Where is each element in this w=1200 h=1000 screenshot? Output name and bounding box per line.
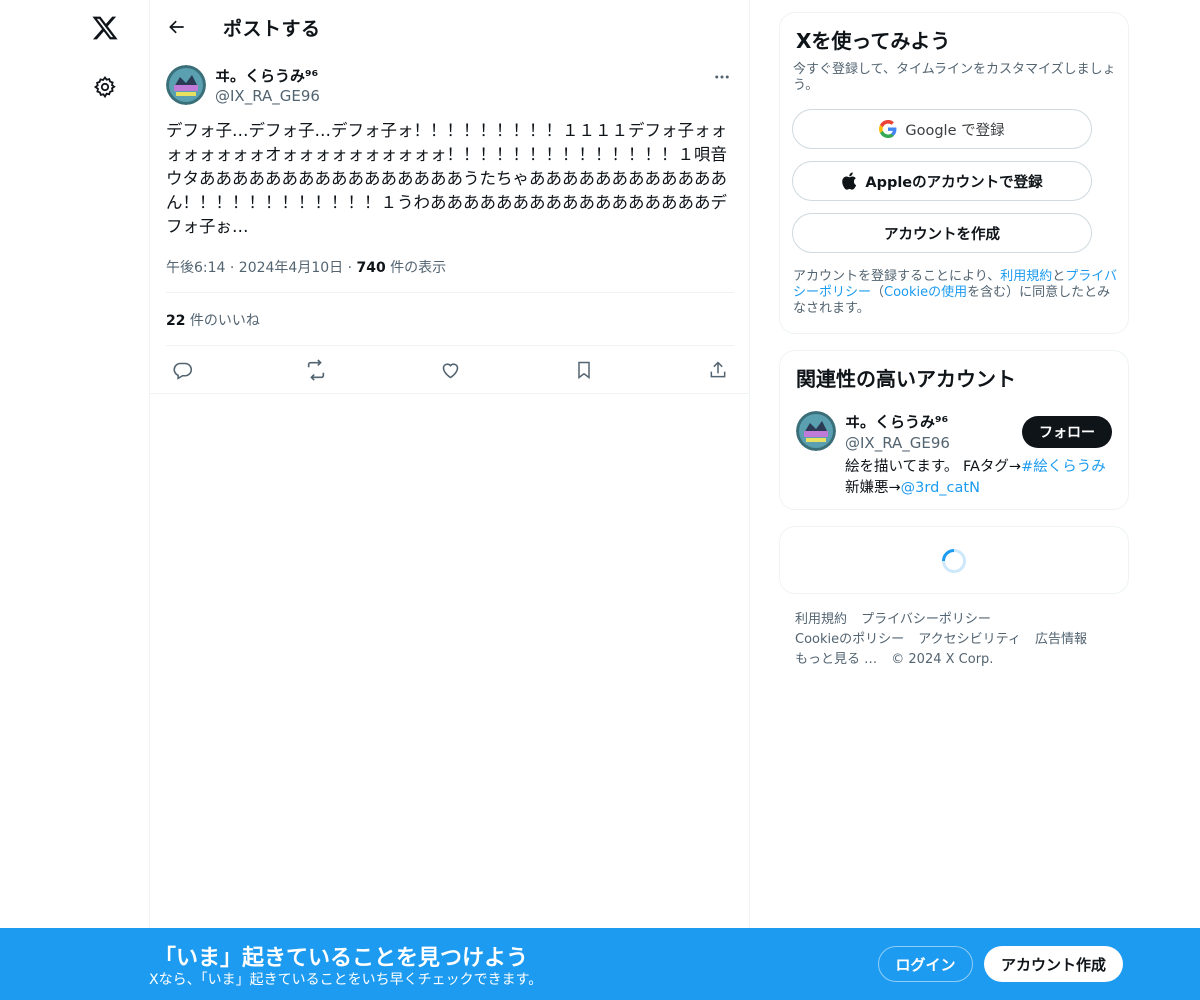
- legal-text: （: [871, 285, 885, 300]
- bookmark-icon[interactable]: [572, 358, 596, 382]
- views-count: 740: [356, 260, 386, 276]
- bottom-banner: 「いま」起きていることを見つけよう Xなら、「いま」起きていることをいち早くチェ…: [0, 928, 1200, 1000]
- bio-text: 新嫌悪→: [845, 480, 901, 496]
- signup-card: Xを使ってみよう 今すぐ登録して、タイムラインをカスタマイズしましょう。 Goo…: [779, 12, 1129, 334]
- loading-card: [779, 526, 1129, 594]
- banner-title: 「いま」起きていることを見つけよう: [154, 946, 529, 971]
- likes-count: 22: [166, 313, 186, 329]
- gear-icon[interactable]: [90, 72, 120, 102]
- page-title: ポストする: [223, 18, 321, 40]
- reply-icon[interactable]: [170, 358, 194, 382]
- signup-card-subtitle: 今すぐ登録して、タイムラインをカスタマイズしましょう。: [793, 62, 1116, 93]
- footer-link-accessibility[interactable]: アクセシビリティ: [918, 630, 1021, 650]
- signup-button[interactable]: アカウント作成: [984, 946, 1123, 982]
- apple-icon: [841, 172, 857, 190]
- google-signup-label: Google で登録: [905, 122, 1005, 139]
- related-accounts-card: 関連性の高いアカウント ヰ。くらうみ⁹⁶ @IX_RA_GE96 フォロー 絵を…: [779, 350, 1129, 510]
- x-logo-icon[interactable]: [88, 11, 122, 45]
- apple-signup-label: Appleのアカウントで登録: [865, 174, 1043, 191]
- legal-text: と: [1052, 269, 1066, 284]
- google-icon: [879, 120, 897, 138]
- related-card-title: 関連性の高いアカウント: [796, 367, 1016, 391]
- repost-icon[interactable]: [304, 358, 328, 382]
- footer-link-privacy[interactable]: プライバシーポリシー: [861, 610, 991, 630]
- likes-summary[interactable]: 22 件のいいね: [166, 310, 260, 330]
- loading-spinner-icon: [941, 548, 967, 574]
- post-timestamp[interactable]: 午後6:14 · 2024年4月10日: [166, 260, 343, 276]
- apple-signup-button[interactable]: Appleのアカウントで登録: [792, 161, 1092, 201]
- main-column: ポストする ヰ。くらうみ⁹⁶ @IX_RA_GE96 デフォ子…デフォ子…デフォ…: [149, 0, 750, 1000]
- arrow-left-icon[interactable]: [162, 12, 192, 42]
- legal-notice: アカウントを登録することにより、利用規約とプライバシーポリシー（Cookieの使…: [793, 269, 1123, 317]
- author-name[interactable]: ヰ。くらうみ⁹⁶: [215, 65, 318, 86]
- divider: [166, 292, 734, 293]
- divider: [150, 393, 750, 394]
- login-button[interactable]: ログイン: [878, 946, 973, 982]
- terms-link[interactable]: 利用規約: [1000, 269, 1052, 284]
- bio-text: 絵を描いてます。 FAタグ→: [845, 459, 1022, 475]
- related-account-handle[interactable]: @IX_RA_GE96: [845, 434, 950, 452]
- cookie-use-link[interactable]: Cookieの使用: [884, 285, 967, 300]
- meta-separator: ·: [347, 260, 357, 276]
- signup-card-title: Xを使ってみよう: [796, 29, 951, 53]
- author-handle[interactable]: @IX_RA_GE96: [215, 87, 320, 105]
- footer-copyright: © 2024 X Corp.: [891, 652, 994, 667]
- avatar[interactable]: [796, 411, 836, 451]
- follow-button[interactable]: フォロー: [1022, 416, 1112, 448]
- footer-link-terms[interactable]: 利用規約: [795, 610, 847, 630]
- post-text: デフォ子…デフォ子…デフォ子ォ！！！！！！！！！１１１１デフォ子ォォォォォォォォ…: [166, 121, 727, 236]
- footer-links: 利用規約 プライバシーポリシー Cookieのポリシー アクセシビリティ 広告情…: [795, 610, 1125, 670]
- hashtag-link[interactable]: #絵くらうみ: [1021, 459, 1106, 475]
- left-nav: [0, 0, 150, 1000]
- mention-link[interactable]: @3rd_catN: [901, 480, 980, 496]
- google-signup-button[interactable]: Google で登録: [792, 109, 1092, 149]
- create-account-label: アカウントを作成: [884, 226, 1000, 243]
- views-label: 件の表示: [385, 260, 447, 276]
- create-account-button[interactable]: アカウントを作成: [792, 213, 1092, 253]
- related-account-name[interactable]: ヰ。くらうみ⁹⁶: [845, 411, 948, 432]
- post-meta: 午後6:14 · 2024年4月10日 · 740 件の表示: [166, 257, 446, 277]
- footer-link-ads[interactable]: 広告情報: [1035, 630, 1087, 650]
- banner-subtitle: Xなら、「いま」起きていることをいち早くチェックできます。: [149, 972, 543, 988]
- page-header: ポストする: [150, 0, 750, 53]
- footer-link-cookie[interactable]: Cookieのポリシー: [795, 630, 904, 650]
- legal-text: アカウントを登録することにより、: [793, 269, 1001, 284]
- more-options-icon[interactable]: [710, 65, 734, 89]
- avatar[interactable]: [166, 65, 206, 105]
- related-account-bio: 絵を描いてます。 FAタグ→#絵くらうみ 新嫌悪→@3rd_catN: [845, 457, 1120, 499]
- footer-link-more[interactable]: もっと見る …: [795, 650, 877, 670]
- like-icon[interactable]: [438, 358, 462, 382]
- share-icon[interactable]: [706, 358, 730, 382]
- likes-label: 件のいいね: [185, 313, 260, 329]
- post-actions: [150, 346, 750, 394]
